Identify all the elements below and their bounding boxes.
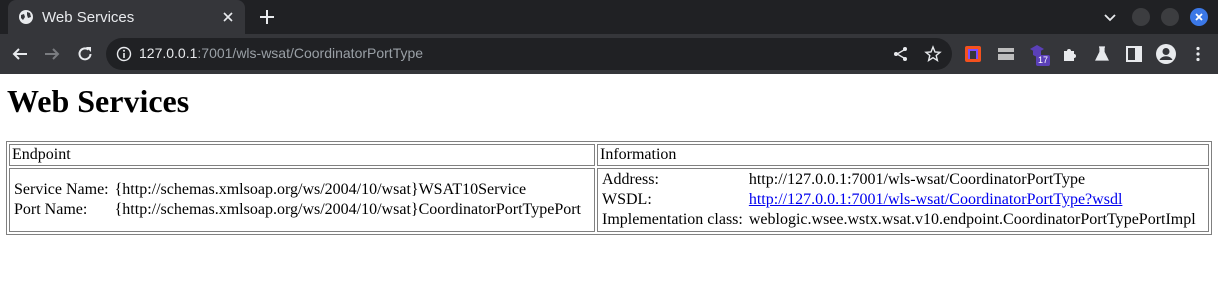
tab-strip: Web Services	[0, 0, 1218, 34]
page-content: Web Services Endpoint Information Servic…	[0, 74, 1218, 295]
implementation-class-label: Implementation class:	[602, 211, 743, 228]
url-host: 127.0.0.1	[139, 45, 198, 61]
close-window-button[interactable]	[1190, 8, 1208, 26]
port-name-value: {http://schemas.xmlsoap.org/ws/2004/10/w…	[114, 201, 581, 218]
flask-icon[interactable]	[1093, 45, 1111, 63]
url-text[interactable]: 127.0.0.1:7001/wls-wsat/CoordinatorPortT…	[139, 45, 423, 61]
star-icon[interactable]	[924, 45, 942, 63]
address-bar[interactable]: 127.0.0.1:7001/wls-wsat/CoordinatorPortT…	[106, 38, 952, 70]
plus-icon[interactable]	[258, 8, 276, 26]
back-icon[interactable]	[11, 45, 29, 63]
extension-icon[interactable]	[997, 45, 1015, 63]
endpoint-details: Service Name: {http://schemas.xmlsoap.or…	[12, 180, 583, 220]
share-icon[interactable]	[892, 45, 910, 63]
endpoint-cell: Service Name: {http://schemas.xmlsoap.or…	[9, 168, 595, 232]
service-name-value: {http://schemas.xmlsoap.org/ws/2004/10/w…	[114, 181, 527, 198]
profile-icon[interactable]	[1155, 43, 1177, 65]
column-header-endpoint: Endpoint	[9, 144, 595, 166]
service-name-label: Service Name:	[14, 181, 109, 198]
wsdl-link[interactable]: http://127.0.0.1:7001/wls-wsat/Coordinat…	[749, 191, 1123, 208]
maximize-button[interactable]	[1161, 8, 1179, 26]
address-label: Address:	[602, 171, 659, 188]
information-details: Address: http://127.0.0.1:7001/wls-wsat/…	[600, 170, 1198, 230]
table-row: Service Name: {http://schemas.xmlsoap.or…	[9, 168, 1209, 232]
implementation-class-value: weblogic.wsee.wstx.wsat.v10.endpoint.Coo…	[748, 211, 1196, 228]
page-title: Web Services	[7, 83, 190, 119]
menu-icon[interactable]	[1189, 45, 1207, 63]
tab-web-services[interactable]: Web Services	[8, 0, 245, 34]
browser-toolbar: 127.0.0.1:7001/wls-wsat/CoordinatorPortT…	[0, 34, 1218, 74]
address-value: http://127.0.0.1:7001/wls-wsat/Coordinat…	[748, 171, 1086, 188]
column-header-information: Information	[597, 144, 1209, 166]
minimize-button[interactable]	[1132, 8, 1150, 26]
close-icon	[1195, 13, 1203, 21]
info-icon[interactable]	[116, 46, 132, 62]
wsdl-label: WSDL:	[602, 191, 652, 208]
tab-title: Web Services	[42, 8, 135, 26]
sidebar-icon[interactable]	[1125, 45, 1143, 63]
extension-icon[interactable]	[964, 45, 982, 63]
table-header-row: Endpoint Information	[9, 144, 1209, 166]
chevron-down-icon[interactable]	[1102, 9, 1118, 25]
globe-icon	[19, 10, 33, 24]
url-path: :7001/wls-wsat/CoordinatorPortType	[197, 45, 424, 61]
forward-icon[interactable]	[43, 45, 61, 63]
port-name-label: Port Name:	[14, 201, 88, 218]
extension-badge: 17	[1036, 55, 1051, 66]
reload-icon[interactable]	[76, 45, 94, 63]
puzzle-icon[interactable]	[1061, 45, 1079, 63]
information-cell: Address: http://127.0.0.1:7001/wls-wsat/…	[597, 168, 1209, 232]
close-icon[interactable]	[221, 10, 235, 24]
web-services-table: Endpoint Information Service Name: {http…	[6, 141, 1212, 235]
